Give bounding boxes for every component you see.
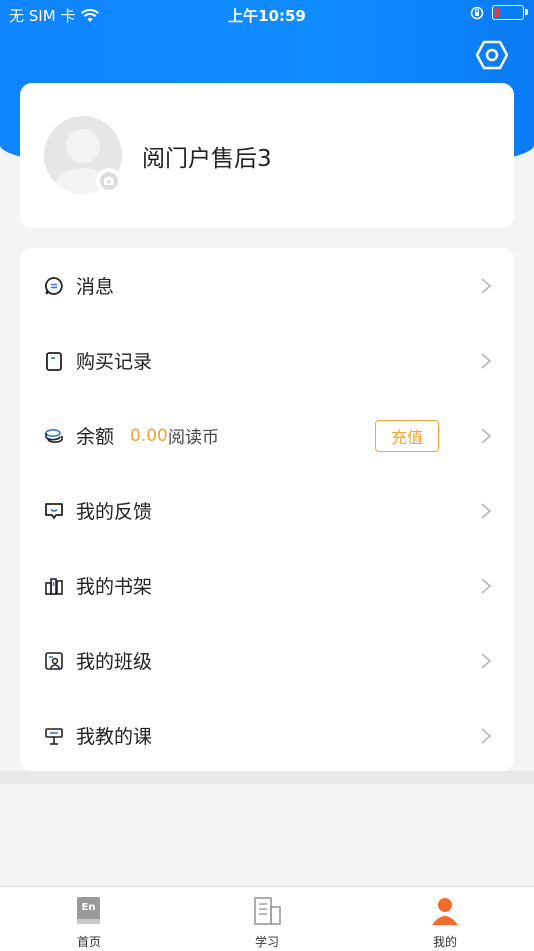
status-right xyxy=(470,5,528,20)
bookshelf-icon xyxy=(45,577,63,595)
chevron-right-icon xyxy=(481,727,492,744)
menu-item-classes[interactable]: 我的班级 xyxy=(20,623,514,698)
menu-item-balance[interactable]: 余额 0.00 阅读币 充值 xyxy=(20,398,514,473)
recharge-button[interactable]: 充值 xyxy=(375,419,439,452)
divider-band xyxy=(0,771,534,784)
tab-home[interactable]: En 首页 xyxy=(0,887,178,951)
battery-icon xyxy=(492,5,528,20)
menu-label-feedback: 我的反馈 xyxy=(76,501,153,523)
menu-item-messages[interactable]: 消息 xyxy=(20,248,514,323)
feedback-icon xyxy=(45,502,63,519)
coins-icon xyxy=(45,428,63,443)
tab-mine-label: 我的 xyxy=(432,935,457,949)
camera-icon[interactable] xyxy=(96,168,122,194)
menu-label-purchases: 购买记录 xyxy=(76,351,153,373)
menu-item-bookshelf[interactable]: 我的书架 xyxy=(20,548,514,623)
balance-unit: 阅读币 xyxy=(168,428,219,448)
chevron-right-icon xyxy=(481,277,492,294)
menu-item-purchases[interactable]: 购买记录 xyxy=(20,323,514,398)
chevron-right-icon xyxy=(481,652,492,669)
tab-bar: En 首页 学习 我的 xyxy=(0,886,534,951)
chevron-right-icon xyxy=(481,427,492,444)
tab-study-label: 学习 xyxy=(254,935,279,949)
person-icon xyxy=(432,898,458,925)
menu-label-classes: 我的班级 xyxy=(76,651,153,673)
status-bar: 无 SIM 卡 上午10:59 xyxy=(0,0,534,28)
balance-value: 0.00 xyxy=(130,425,168,446)
chevron-right-icon xyxy=(481,577,492,594)
empty-area xyxy=(0,784,534,887)
username: 阅门户售后3 xyxy=(142,146,272,172)
book-en-icon: En xyxy=(77,897,100,924)
menu-item-courses[interactable]: 我教的课 xyxy=(20,698,514,773)
menu-item-feedback[interactable]: 我的反馈 xyxy=(20,473,514,548)
message-icon xyxy=(45,276,63,295)
class-icon xyxy=(45,651,63,670)
status-time: 上午10:59 xyxy=(228,7,306,25)
building-icon xyxy=(254,897,281,925)
settings-hexagon-icon[interactable] xyxy=(476,39,508,71)
chevron-right-icon xyxy=(481,502,492,519)
tab-home-label: 首页 xyxy=(76,935,101,949)
menu-label-balance: 余额 xyxy=(76,426,115,448)
chevron-right-icon xyxy=(481,352,492,369)
svg-text:En: En xyxy=(82,902,96,913)
orientation-lock-icon xyxy=(470,6,484,19)
receipt-icon xyxy=(46,351,62,371)
menu-label-courses: 我教的课 xyxy=(76,726,153,748)
tab-study[interactable]: 学习 xyxy=(178,887,356,951)
menu-label-messages: 消息 xyxy=(76,276,115,298)
menu-label-bookshelf: 我的书架 xyxy=(76,576,153,598)
podium-icon xyxy=(45,727,63,745)
tab-mine[interactable]: 我的 xyxy=(356,887,534,951)
profile-card[interactable]: 阅门户售后3 xyxy=(20,83,514,228)
menu-card: 消息 购买记录 余额 0.00 阅读币 充值 我的反馈 我的书架 我的班级 我教… xyxy=(20,248,514,771)
